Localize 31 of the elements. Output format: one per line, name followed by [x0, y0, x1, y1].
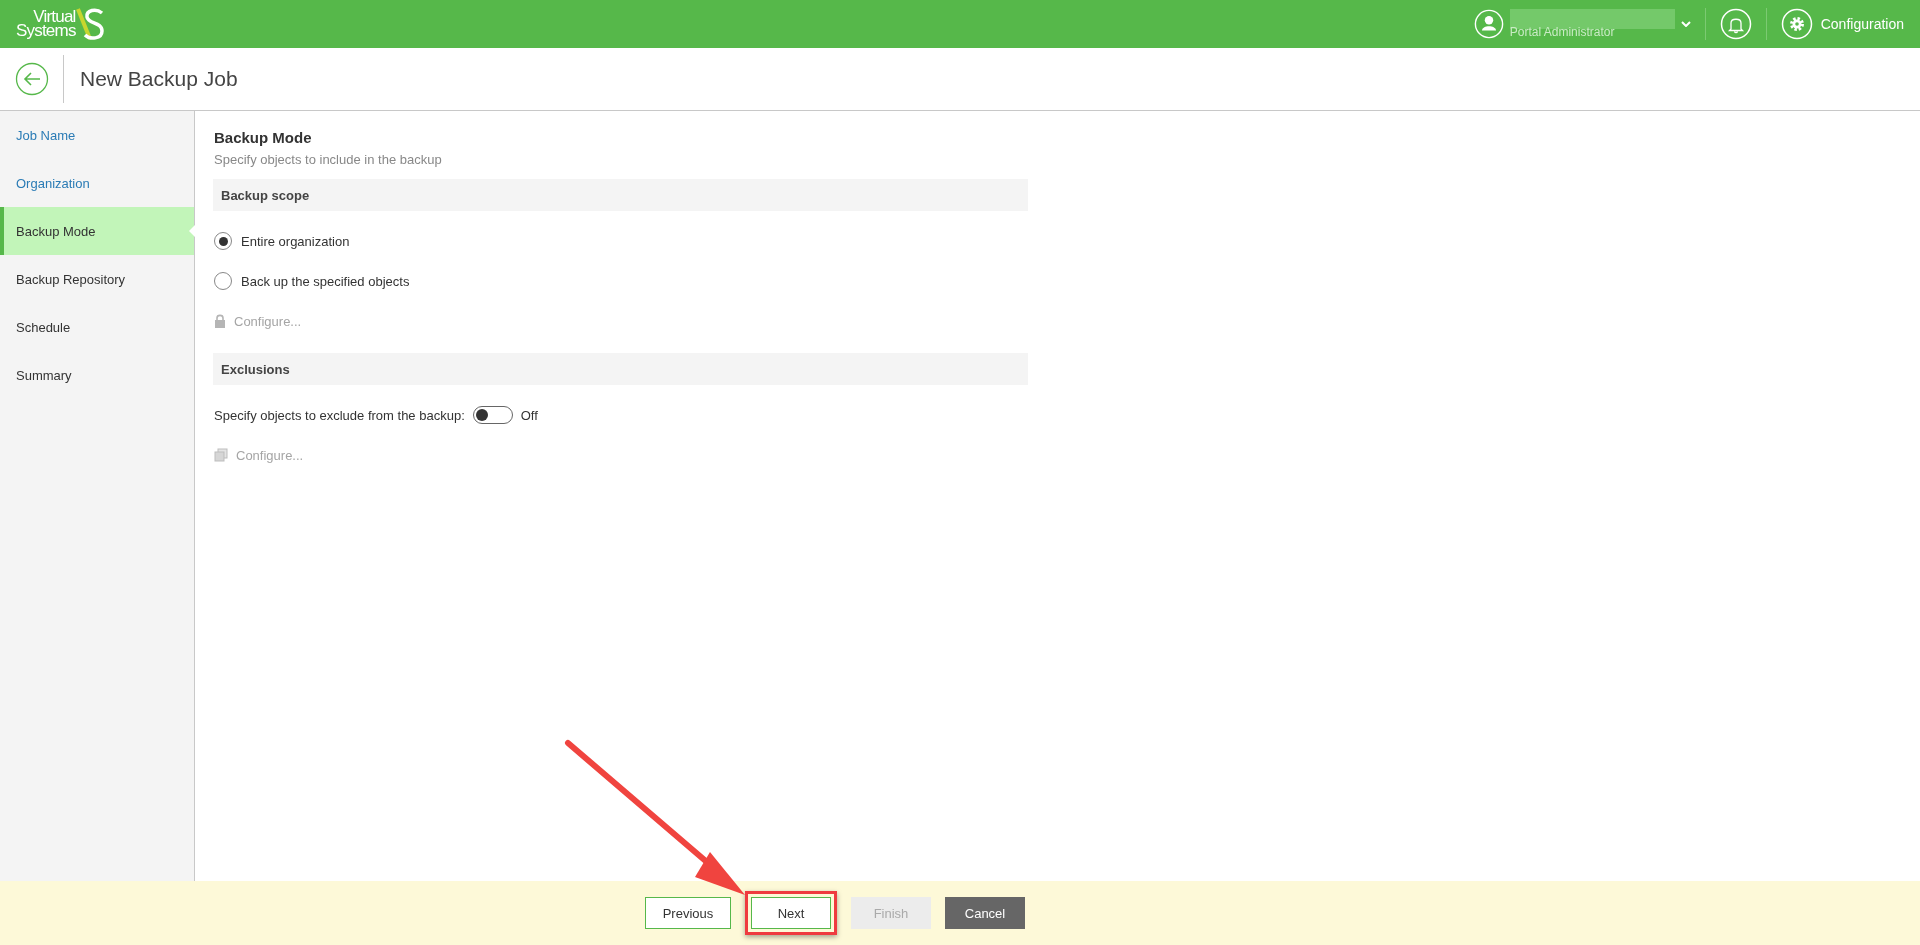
group-header: Exclusions	[213, 353, 1028, 385]
sidebar-item[interactable]: Organization	[0, 159, 194, 207]
section-subtitle: Specify objects to include in the backup	[214, 152, 443, 167]
bell-icon[interactable]	[1719, 8, 1752, 40]
sidebar-item[interactable]: Schedule	[0, 303, 194, 351]
wizard-button[interactable]: Previous	[645, 897, 731, 929]
wizard-button[interactable]: Cancel	[945, 897, 1025, 929]
logo-s-icon	[75, 7, 106, 41]
user-avatar-icon[interactable]	[1473, 9, 1504, 39]
radio-button[interactable]	[214, 232, 232, 250]
group-header: Backup scope	[213, 179, 1028, 211]
wizard-button[interactable]: Next	[751, 897, 831, 929]
logo-text: Virtual	[33, 10, 76, 24]
sidebar-item[interactable]: Backup Repository	[0, 255, 194, 303]
sidebar-item[interactable]: Summary	[0, 351, 194, 399]
radio-button[interactable]	[214, 272, 232, 290]
logo-text: Systems	[16, 24, 76, 38]
copy-icon	[214, 448, 228, 462]
radio-label[interactable]: Back up the specified objects	[241, 273, 410, 289]
settings-icon	[1780, 8, 1813, 40]
user-role: Portal Administrator	[1509, 25, 1616, 39]
sidebar-item[interactable]: Job Name	[0, 111, 194, 159]
toggle-switch[interactable]	[472, 406, 513, 424]
radio-label[interactable]: Entire organization	[241, 233, 350, 249]
toggle-state: Off	[520, 407, 538, 423]
chevron-down-icon[interactable]	[1680, 21, 1691, 27]
page-title: New Backup Job	[80, 67, 238, 91]
sidebar-item[interactable]: Backup Mode	[0, 207, 194, 255]
toggle-label: Specify objects to exclude from the backup:	[214, 407, 465, 423]
lock-icon	[214, 314, 226, 328]
section-title: Backup Mode	[214, 129, 313, 146]
